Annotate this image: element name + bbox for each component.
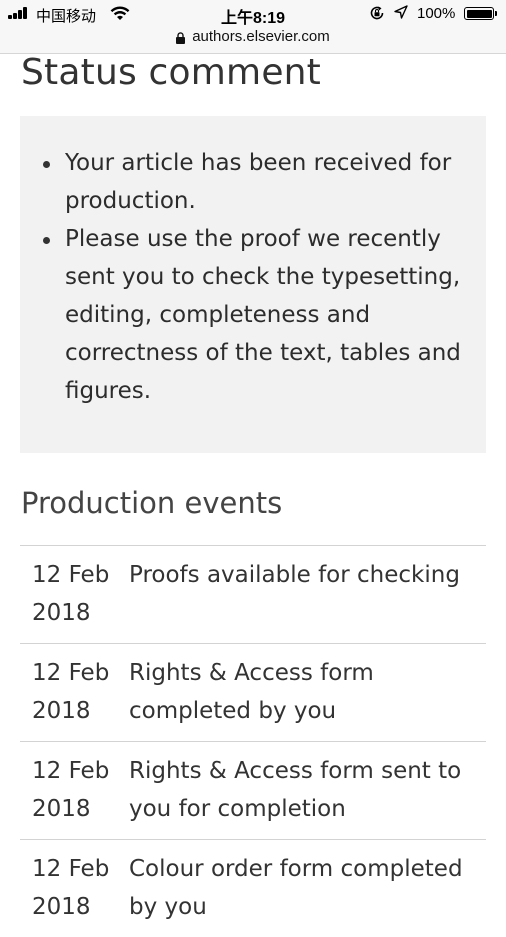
url-bar[interactable]: authors.elsevier.com xyxy=(0,27,506,54)
event-row: 12 Feb 2018 Rights & Access form sent to… xyxy=(20,741,486,839)
production-events-list: 12 Feb 2018 Proofs available for checkin… xyxy=(20,545,486,937)
url-domain[interactable]: authors.elsevier.com xyxy=(192,28,330,45)
status-comment-box: Your article has been received for produ… xyxy=(20,116,486,453)
status-comment-list: Your article has been received for produ… xyxy=(40,144,480,410)
status-bar: 中国移动 上午8:19 100% xyxy=(0,0,506,27)
location-icon xyxy=(394,5,408,19)
event-date: 12 Feb 2018 xyxy=(32,660,110,724)
event-description: Rights & Access form sent to you for com… xyxy=(129,758,462,822)
event-date: 12 Feb 2018 xyxy=(32,758,110,822)
event-date: 12 Feb 2018 xyxy=(32,562,110,626)
production-events-heading: Production events xyxy=(21,486,283,520)
status-comment-item: Please use the proof we recently sent yo… xyxy=(40,220,480,410)
event-description: Proofs available for checking xyxy=(129,562,460,588)
event-row: 12 Feb 2018 Colour order form completed … xyxy=(20,839,486,937)
event-description: Colour order form completed by you xyxy=(129,856,463,920)
status-comment-item: Your article has been received for produ… xyxy=(40,144,480,220)
padlock-icon xyxy=(176,31,186,44)
event-date: 12 Feb 2018 xyxy=(32,856,110,920)
event-row: 12 Feb 2018 Rights & Access form complet… xyxy=(20,643,486,741)
status-comment-heading: Status comment xyxy=(21,52,321,93)
rotation-lock-icon xyxy=(370,6,384,20)
event-description: Rights & Access form completed by you xyxy=(129,660,374,724)
event-row: 12 Feb 2018 Proofs available for checkin… xyxy=(20,545,486,643)
battery-icon xyxy=(464,7,497,20)
battery-percent: 100% xyxy=(417,5,456,22)
